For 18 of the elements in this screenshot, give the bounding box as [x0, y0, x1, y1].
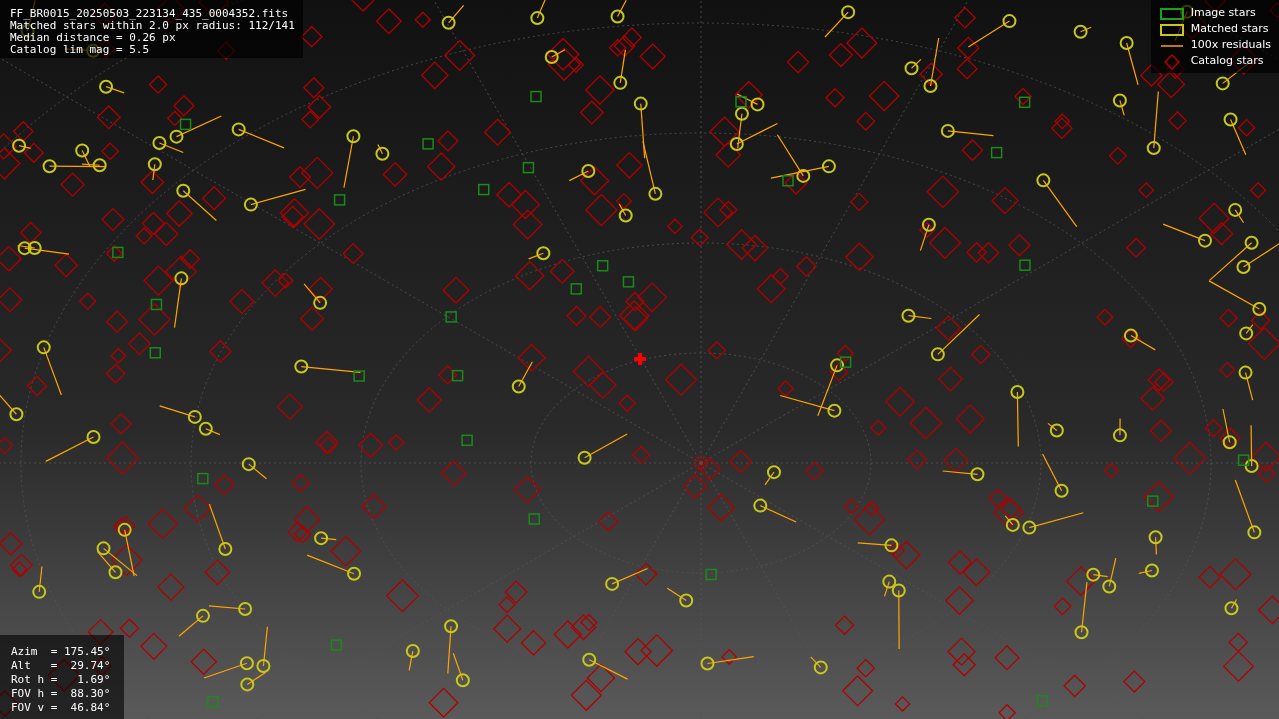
- info-text: Matched stars within 2.0 px radius: 112/141: [10, 20, 295, 32]
- matched-legend-icon: [1159, 23, 1184, 36]
- legend-label: Image stars: [1190, 5, 1256, 22]
- pointing-text: FOV v = 46.84°: [11, 701, 111, 715]
- pointing-text: Alt = 29.74°: [11, 659, 111, 673]
- pointing-text: FOV h = 88.30°: [11, 687, 111, 701]
- cross-icon: [634, 353, 646, 365]
- pointing-text: Rot h = 1.69°: [11, 673, 111, 687]
- info-text: Median distance = 0.26 px: [10, 32, 177, 44]
- image-legend-icon: [1159, 7, 1184, 20]
- legend-label: Matched stars: [1190, 21, 1269, 38]
- residual-legend-icon: [1160, 44, 1183, 47]
- info-text: FF_BR0015_20250503_223134_435_0004352.fits: [10, 8, 290, 20]
- pointing-text: Azim = 175.45°: [11, 645, 111, 659]
- legend-label: Catalog stars: [1190, 53, 1264, 70]
- info-text: Catalog lim mag = 5.5: [10, 44, 151, 56]
- catalog-legend-icon: [1163, 53, 1180, 70]
- legend-label: 100x residuals: [1190, 37, 1271, 54]
